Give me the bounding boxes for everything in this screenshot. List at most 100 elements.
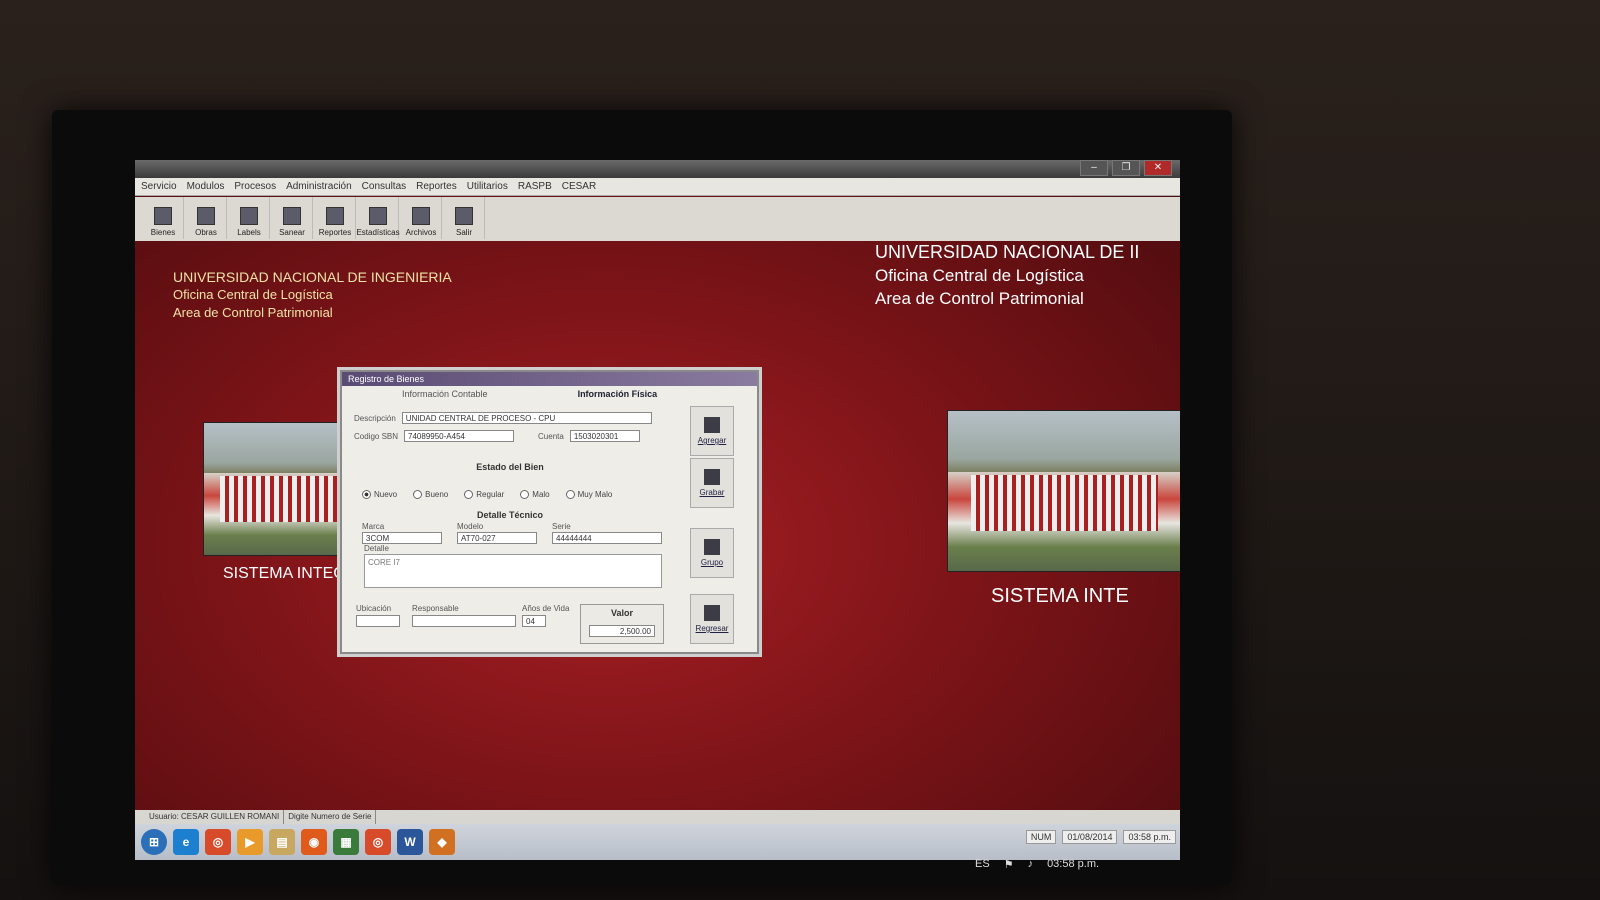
valor-field[interactable]: 2,500.00 <box>589 625 655 637</box>
num-lock-indicator: NUM <box>1025 830 1057 844</box>
radio-label: Malo <box>532 490 550 499</box>
anios-field[interactable]: 04 <box>522 615 546 627</box>
close-button[interactable]: ✕ <box>1144 160 1172 176</box>
codigo-field[interactable]: 74089950-A454 <box>404 430 515 442</box>
screen: – ❐ ✕ Servicio Modulos Procesos Administ… <box>135 160 1180 860</box>
flag-icon[interactable]: ⚑ <box>1004 858 1014 871</box>
menu-raspb[interactable]: RASPB <box>518 178 552 195</box>
obras-icon <box>197 207 215 225</box>
toolbar-salir-button[interactable]: Salir <box>444 197 485 239</box>
grabar-button[interactable]: Grabar <box>690 458 734 508</box>
system-tray: ES ⚑ ♪ 03:58 p.m. <box>975 858 1099 871</box>
dialog-title: Registro de Bienes <box>342 372 757 386</box>
marca-field[interactable]: 3COM <box>362 532 442 544</box>
menu-cesar[interactable]: CESAR <box>562 178 596 195</box>
estado-radio-group: Nuevo Bueno Regular Malo Muy Malo <box>362 490 612 499</box>
area-name: Area de Control Patrimonial <box>875 289 1084 308</box>
grupo-label: Grupo <box>700 558 724 567</box>
salir-icon <box>455 207 473 225</box>
serie-field[interactable]: 44444444 <box>552 532 662 544</box>
toolbar-archivos-button[interactable]: Archivos <box>401 197 442 239</box>
ubicacion-select[interactable] <box>356 615 400 627</box>
anios-group: Años de Vida 04 <box>522 604 569 627</box>
fox-app-icon[interactable]: ◆ <box>429 829 455 855</box>
menu-utilitarios[interactable]: Utilitarios <box>467 178 508 195</box>
toolbar-bienes-button[interactable]: Bienes <box>143 197 184 239</box>
sanear-icon <box>283 207 301 225</box>
start-button[interactable]: ⊞ <box>141 829 167 855</box>
detalle-textarea[interactable]: CORE I7 <box>364 554 662 588</box>
window-titlebar: – ❐ ✕ <box>135 160 1180 178</box>
menu-administracion[interactable]: Administración <box>286 178 352 195</box>
volume-icon[interactable]: ♪ <box>1028 858 1034 871</box>
radio-bueno[interactable]: Bueno <box>413 490 448 499</box>
ie-icon[interactable]: e <box>173 829 199 855</box>
descripcion-field[interactable]: UNIDAD CENTRAL DE PROCESO - CPU <box>401 412 652 424</box>
anios-label: Años de Vida <box>522 604 570 613</box>
app-statusbar: Usuario: CESAR GUILLEN ROMANI Digite Num… <box>135 810 1180 824</box>
media-player-icon[interactable]: ▶ <box>237 829 263 855</box>
toolbar-labels-button[interactable]: Labels <box>229 197 270 239</box>
chrome-icon[interactable]: ◎ <box>365 829 391 855</box>
dialog-tabs: Información Contable Información Física <box>342 386 757 402</box>
codigo-label: Codigo SBN <box>354 431 399 441</box>
toolbar-label: Estadísticas <box>356 228 400 237</box>
system-clock[interactable]: 03:58 p.m. <box>1047 858 1099 871</box>
back-arrow-icon <box>704 605 720 621</box>
menu-modulos[interactable]: Modulos <box>187 178 225 195</box>
modelo-field[interactable]: AT70-027 <box>457 532 537 544</box>
taskbar: ⊞ e ◎ ▶ ▤ ◉ ▦ ◎ W ◆ <box>135 824 1180 860</box>
header-left: UNIVERSIDAD NACIONAL DE INGENIERIA Ofici… <box>173 268 452 322</box>
menu-consultas[interactable]: Consultas <box>362 178 406 195</box>
toolbar-estadisticas-button[interactable]: Estadísticas <box>356 197 400 239</box>
responsable-select[interactable] <box>412 615 516 627</box>
app-icon[interactable]: ▦ <box>333 829 359 855</box>
toolbar-label: Salir <box>455 228 472 237</box>
firefox-icon[interactable]: ◉ <box>301 829 327 855</box>
minimize-button[interactable]: – <box>1080 160 1108 176</box>
radio-dot <box>464 490 474 499</box>
ubicacion-label: Ubicación <box>356 604 392 613</box>
office-name: Oficina Central de Logística <box>173 287 333 302</box>
tab-informacion-fisica[interactable]: Información Física <box>578 389 658 399</box>
agregar-button[interactable]: Agregar <box>690 406 734 456</box>
radio-nuevo[interactable]: Nuevo <box>362 490 397 499</box>
word-icon[interactable]: W <box>397 829 423 855</box>
campus-photo <box>947 410 1180 572</box>
radio-dot <box>565 490 575 499</box>
serie-label: Serie <box>552 522 571 531</box>
grupo-button[interactable]: Grupo <box>690 528 734 578</box>
toolbar-label: Reportes <box>318 228 352 237</box>
save-icon <box>704 469 720 485</box>
tab-informacion-contable[interactable]: Información Contable <box>402 389 488 399</box>
radio-label: Muy Malo <box>577 490 613 499</box>
university-name: UNIVERSIDAD NACIONAL DE II <box>875 242 1140 262</box>
menu-servicio[interactable]: Servicio <box>141 178 177 195</box>
regresar-button[interactable]: Regresar <box>690 594 734 644</box>
maximize-button[interactable]: ❐ <box>1112 160 1140 176</box>
group-icon <box>704 539 720 555</box>
cuenta-select[interactable]: 1503020301 <box>569 430 640 442</box>
radio-malo[interactable]: Malo <box>520 490 550 499</box>
menu-reportes[interactable]: Reportes <box>416 178 457 195</box>
radio-label: Nuevo <box>374 490 398 499</box>
modelo-group: Modelo AT70-027 <box>457 522 537 544</box>
grabar-label: Grabar <box>699 488 725 497</box>
radio-muy-malo[interactable]: Muy Malo <box>565 490 613 499</box>
toolbar-sanear-button[interactable]: Sanear <box>272 197 313 239</box>
toolbar-reportes-button[interactable]: Reportes <box>315 197 356 239</box>
toolbar-label: Labels <box>237 228 261 237</box>
radio-regular[interactable]: Regular <box>464 490 504 499</box>
chrome-icon[interactable]: ◎ <box>205 829 231 855</box>
file-explorer-icon[interactable]: ▤ <box>269 829 295 855</box>
toolbar-label: Obras <box>195 228 217 237</box>
toolbar-obras-button[interactable]: Obras <box>186 197 227 239</box>
marca-group: Marca 3COM <box>362 522 442 544</box>
toolbar-label: Archivos <box>405 228 437 237</box>
bienes-icon <box>154 207 172 225</box>
university-name: UNIVERSIDAD NACIONAL DE INGENIERIA <box>173 269 452 285</box>
office-name: Oficina Central de Logística <box>875 266 1084 285</box>
estado-title: Estado del Bien <box>476 462 544 472</box>
menu-procesos[interactable]: Procesos <box>234 178 276 195</box>
language-indicator[interactable]: ES <box>975 858 990 871</box>
